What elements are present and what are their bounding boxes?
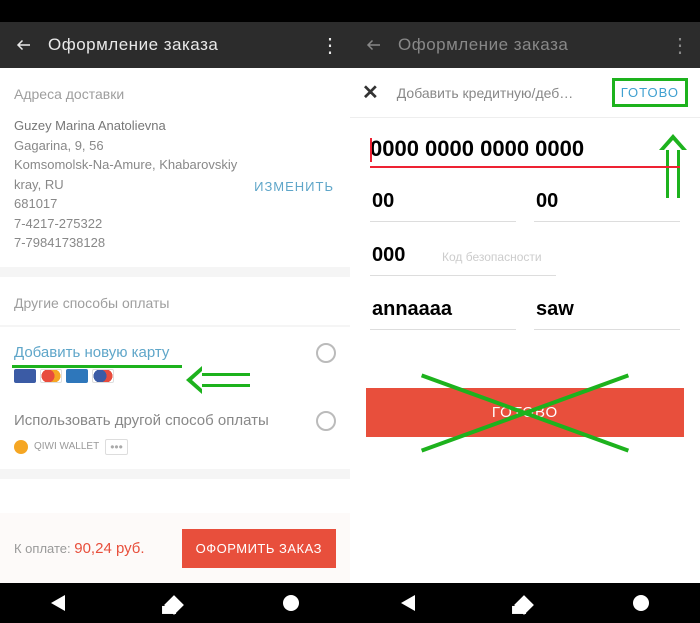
modal-title: Добавить кредитную/деб… [397, 85, 612, 101]
total-text: К оплате: 90,24 руб. [14, 540, 145, 557]
card-form: 0000 0000 0000 0000 Код безопасности [350, 118, 700, 348]
app-header: Оформление заказа ⋮ [0, 22, 350, 68]
card-number-field[interactable]: 0000 0000 0000 0000 [370, 136, 680, 168]
nav-recent-icon[interactable] [633, 595, 649, 611]
addr-phone: 7-79841738128 [14, 233, 336, 253]
exp-year-field[interactable] [534, 182, 680, 222]
visa-icon [14, 369, 36, 383]
totals-bar: К оплате: 90,24 руб. ОФОРМИТЬ ЗАКАЗ [0, 513, 350, 583]
qiwi-label: QIWI WALLET [34, 441, 99, 452]
first-name-field[interactable] [370, 290, 516, 330]
divider [0, 469, 350, 479]
header-title: Оформление заказа [398, 35, 670, 55]
overflow-icon[interactable]: ⋮ [670, 33, 688, 58]
nav-back-icon[interactable] [401, 595, 415, 611]
submit-order-button[interactable]: ОФОРМИТЬ ЗАКАЗ [182, 529, 336, 568]
add-card-row[interactable]: Добавить новую карту [0, 327, 350, 367]
left-screen: Оформление заказа ⋮ Адреса доставки Guze… [0, 0, 350, 623]
android-navbar [350, 583, 700, 623]
back-icon[interactable] [12, 33, 36, 57]
radio-add-card[interactable] [316, 343, 336, 363]
back-icon[interactable] [362, 33, 386, 57]
radio-other-payment[interactable] [316, 411, 336, 431]
highlight-underline [12, 365, 182, 368]
last-name-field[interactable] [534, 290, 680, 330]
wallet-logos: QIWI WALLET ••• [0, 435, 350, 469]
status-bar [0, 0, 350, 22]
nav-home-icon[interactable] [164, 595, 184, 615]
add-card-label: Добавить новую карту [14, 344, 308, 361]
edit-address-link[interactable]: ИЗМЕНИТЬ [254, 177, 334, 197]
mastercard-icon [40, 369, 62, 383]
modal-header: ✕ Добавить кредитную/деб… ГОТОВО [350, 68, 700, 118]
addr-line: Gagarina, 9, 56 [14, 136, 336, 156]
overflow-icon[interactable]: ⋮ [320, 33, 338, 58]
qiwi-icon [14, 440, 28, 454]
cvv-hint: Код безопасности [442, 250, 542, 264]
addr-zip: 681017 [14, 194, 336, 214]
android-navbar [0, 583, 350, 623]
other-payment-label: Использовать другой способ оплаты [14, 412, 308, 429]
other-payment-row[interactable]: Использовать другой способ оплаты [0, 395, 350, 435]
total-value: 90,24 руб. [74, 540, 144, 557]
payment-section-label: Другие способы оплаты [0, 277, 350, 325]
arrow-annotation-icon [200, 373, 250, 387]
maestro-icon [92, 369, 114, 383]
amex-icon [66, 369, 88, 383]
addr-line: Komsomolsk-Na-Amure, Khabarovskiy [14, 155, 336, 175]
addr-name: Guzey Marina Anatolievna [14, 116, 336, 136]
close-icon[interactable]: ✕ [362, 80, 379, 105]
done-button-large[interactable]: ГОТОВО [366, 388, 684, 437]
nav-home-icon[interactable] [514, 595, 534, 615]
total-label: К оплате: [14, 541, 74, 556]
divider [0, 267, 350, 277]
nav-back-icon[interactable] [51, 595, 65, 611]
done-link[interactable]: ГОТОВО [612, 78, 688, 107]
address-block: Guzey Marina Anatolievna Gagarina, 9, 56… [0, 116, 350, 267]
status-bar [350, 0, 700, 22]
card-logos [0, 367, 350, 395]
nav-recent-icon[interactable] [283, 595, 299, 611]
exp-month-field[interactable] [370, 182, 516, 222]
address-section-label: Адреса доставки [0, 68, 350, 116]
addr-phone: 7-4217-275322 [14, 214, 336, 234]
right-screen: Оформление заказа ⋮ ✕ Добавить кредитную… [350, 0, 700, 623]
app-header: Оформление заказа ⋮ [350, 22, 700, 68]
header-title: Оформление заказа [48, 35, 320, 55]
more-payments-icon: ••• [105, 439, 128, 455]
